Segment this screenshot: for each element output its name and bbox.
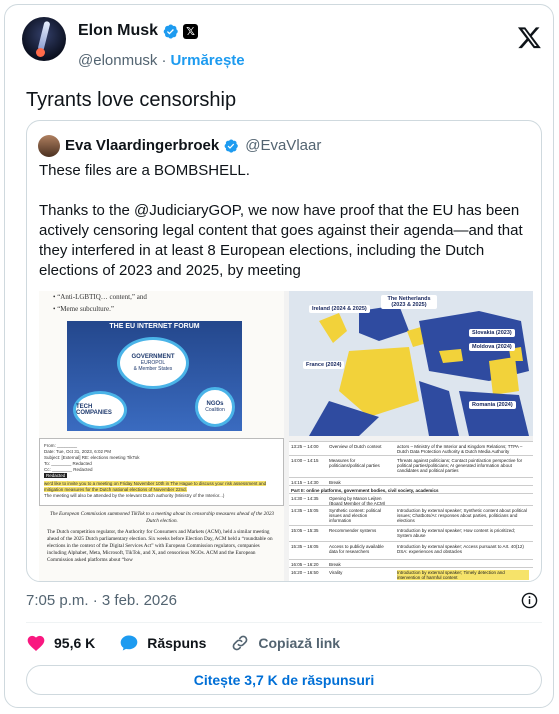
agenda-time: 13:25 – 14:00 bbox=[291, 444, 319, 449]
agenda-row: 13:25 – 14:00 Overview of Dutch context ac… bbox=[289, 441, 533, 455]
copy-link-button[interactable]: Copiază link bbox=[230, 633, 340, 653]
quoted-tweet[interactable]: Eva Vlaardingerbroek @EvaVlaar These fil… bbox=[26, 120, 542, 582]
author-handle[interactable]: @elonmusk bbox=[78, 52, 157, 69]
reply-bubble-icon bbox=[120, 635, 138, 651]
quoted-media[interactable]: • “Anti-LGBTIQ… content,” and • “Meme su… bbox=[39, 291, 533, 581]
agenda-row: 15:35 – 16:05 Access to publicly availabl… bbox=[289, 541, 533, 559]
like-button[interactable]: 95,6 K bbox=[26, 633, 95, 653]
author-handle-row: @elonmusk · Urmărește bbox=[78, 52, 245, 69]
agenda-notes: Introduction by external speaker; Access… bbox=[397, 544, 524, 554]
quoted-author-handle[interactable]: @EvaVlaar bbox=[245, 137, 321, 154]
agenda-row: 14:15 – 14:30 Break bbox=[289, 477, 533, 485]
slovakia-shape bbox=[439, 349, 463, 363]
media-document-right: Ireland (2024 & 2025) The Netherlands (2… bbox=[289, 291, 533, 581]
agenda-item: Overview of Dutch context bbox=[329, 444, 382, 449]
reply-button[interactable]: Răspuns bbox=[119, 633, 206, 653]
agenda-time: 14:35 – 15:05 bbox=[291, 508, 319, 513]
email-highlighted-text: we'd like to invite you to a meeting on … bbox=[44, 481, 267, 492]
europe-election-map: Ireland (2024 & 2025) The Netherlands (2… bbox=[289, 291, 533, 436]
agenda-row: Part II: online platforms, government bo… bbox=[289, 485, 533, 493]
follow-button[interactable]: Urmărește bbox=[170, 52, 244, 69]
agenda-item: Measures for politicians/political parti… bbox=[329, 458, 380, 468]
agenda-notes: Introduction by external speaker; How co… bbox=[397, 528, 516, 538]
eu-internet-forum-graphic: THE EU INTERNET FORUM GOVERNMENT EUROPOL… bbox=[67, 321, 242, 431]
map-label-slovakia: Slovakia (2023) bbox=[469, 329, 515, 337]
handle-separator: · bbox=[161, 52, 167, 69]
tweet-actions: 95,6 K Răspuns Copiază link bbox=[26, 633, 364, 653]
tweet-date: 3 feb. 2026 bbox=[101, 592, 177, 609]
timestamp-separator: · bbox=[92, 592, 98, 609]
agenda-time: 15:05 – 15:35 bbox=[291, 528, 319, 533]
member-states-label: & Member States bbox=[133, 366, 173, 372]
agenda-row: 14:00 – 14:15 Measures for politicians/po… bbox=[289, 455, 533, 477]
agenda-notes: Introduction by external speaker; Synthe… bbox=[397, 508, 527, 523]
media-document-left: • “Anti-LGBTIQ… content,” and • “Meme su… bbox=[39, 291, 284, 581]
quoted-paragraph-1: These files are a BOMBSHELL. bbox=[39, 162, 250, 179]
tech-companies-label: TECH COMPANIES bbox=[76, 404, 112, 416]
like-count: 95,6 K bbox=[54, 635, 96, 651]
heart-icon bbox=[27, 635, 45, 651]
agenda-row: 14:30 – 14:35 Opening by Manon Leijten (B… bbox=[289, 493, 533, 506]
agenda-time: 14:30 – 14:35 bbox=[291, 496, 319, 501]
government-circle: GOVERNMENT EUROPOL & Member States bbox=[117, 337, 189, 389]
copy-link-label: Copiază link bbox=[258, 635, 341, 651]
quoted-verified-badge-icon bbox=[224, 138, 239, 153]
reply-label: Răspuns bbox=[147, 635, 207, 651]
avatar-flame bbox=[36, 48, 45, 57]
redacted-tag: Redacted bbox=[44, 473, 68, 478]
agenda-row: 16:20 – 16:50 Virality Introduction by ext… bbox=[289, 567, 533, 581]
email-screenshot: From: ________ Date: Tue, Oct 31, 2023, … bbox=[39, 438, 284, 506]
author-name-row: Elon Musk 𝕏 bbox=[78, 22, 199, 40]
map-label-romania: Romania (2024) bbox=[469, 401, 516, 409]
tweet-timestamp[interactable]: 7:05 p.m. · 3 feb. 2026 bbox=[26, 592, 177, 609]
link-icon bbox=[233, 635, 248, 651]
tech-companies-circle: TECH COMPANIES bbox=[73, 391, 127, 429]
x-logo-icon[interactable] bbox=[517, 25, 542, 50]
map-label-france: France (2024) bbox=[303, 361, 345, 369]
agenda-row: 15:05 – 15:35 Recommender systems Introduc… bbox=[289, 525, 533, 541]
tweet-text: Tyrants love censorship bbox=[26, 89, 237, 111]
quoted-author-avatar[interactable] bbox=[38, 135, 60, 157]
acm-agenda-table: 13:25 – 14:00 Overview of Dutch context ac… bbox=[289, 441, 533, 581]
quoted-paragraph-2: Thanks to the @JudiciaryGOP, we now have… bbox=[39, 202, 523, 279]
avatar-rocket-streak bbox=[37, 20, 51, 52]
romania-shape bbox=[489, 357, 519, 395]
map-label-ireland: Ireland (2024 & 2025) bbox=[309, 305, 370, 313]
agenda-notes: Threats against politicians; Contact poi… bbox=[397, 458, 523, 473]
map-label-netherlands: The Netherlands (2023 & 2025) bbox=[381, 295, 437, 309]
agenda-time: 14:00 – 14:15 bbox=[291, 458, 319, 463]
agenda-item: Access to publicly available data for re… bbox=[329, 544, 384, 554]
agenda-item: Virality bbox=[329, 570, 343, 575]
agenda-notes: actors – Ministry of the Interior and Ki… bbox=[397, 444, 523, 454]
agenda-item: Synthetic content: political issues and … bbox=[329, 508, 382, 523]
info-icon[interactable] bbox=[521, 592, 538, 609]
map-label-moldova: Moldova (2024) bbox=[469, 343, 515, 351]
quoted-author-name[interactable]: Eva Vlaardingerbroek bbox=[65, 137, 219, 154]
tweet-card: Elon Musk 𝕏 @elonmusk · Urmărește Tyrant… bbox=[4, 4, 554, 708]
doc-body-text: The Dutch competition regulator, the Aut… bbox=[47, 529, 273, 563]
agenda-row: 14:35 – 15:05 Synthetic content: politica… bbox=[289, 505, 533, 525]
ngos-circle: NGOs Coalition bbox=[195, 387, 235, 427]
quoted-author-row: Eva Vlaardingerbroek @EvaVlaar bbox=[65, 137, 321, 154]
balkans-shape bbox=[459, 391, 529, 436]
author-name[interactable]: Elon Musk bbox=[78, 22, 158, 40]
doc-bullet-1: • “Anti-LGBTIQ… content,” and bbox=[53, 293, 147, 301]
email-note: The meeting will also be attended by the… bbox=[44, 493, 225, 498]
doc-caption: The European Commission summoned TikTok … bbox=[49, 511, 275, 524]
actions-divider bbox=[26, 622, 542, 623]
forum-title: THE EU INTERNET FORUM bbox=[109, 323, 200, 330]
x-affiliate-badge-icon: 𝕏 bbox=[183, 23, 199, 39]
doc-bullet-2: • “Meme subculture.” bbox=[53, 305, 114, 313]
verified-badge-icon bbox=[163, 24, 178, 39]
agenda-item: Recommender systems bbox=[329, 528, 377, 533]
tweet-time: 7:05 p.m. bbox=[26, 592, 89, 609]
agenda-row: 16:05 – 16:20 Break bbox=[289, 559, 533, 567]
agenda-time: 16:20 – 16:50 bbox=[291, 570, 319, 575]
agenda-notes: Introduction by external speaker; Timely… bbox=[397, 570, 529, 580]
agenda-time: 15:35 – 16:05 bbox=[291, 544, 319, 549]
coalition-label: Coalition bbox=[205, 407, 225, 413]
read-replies-button[interactable]: Citește 3,7 K de răspunsuri bbox=[26, 665, 542, 695]
quoted-tweet-text: These files are a BOMBSHELL. Thanks to t… bbox=[39, 161, 535, 301]
author-avatar[interactable] bbox=[22, 17, 66, 61]
